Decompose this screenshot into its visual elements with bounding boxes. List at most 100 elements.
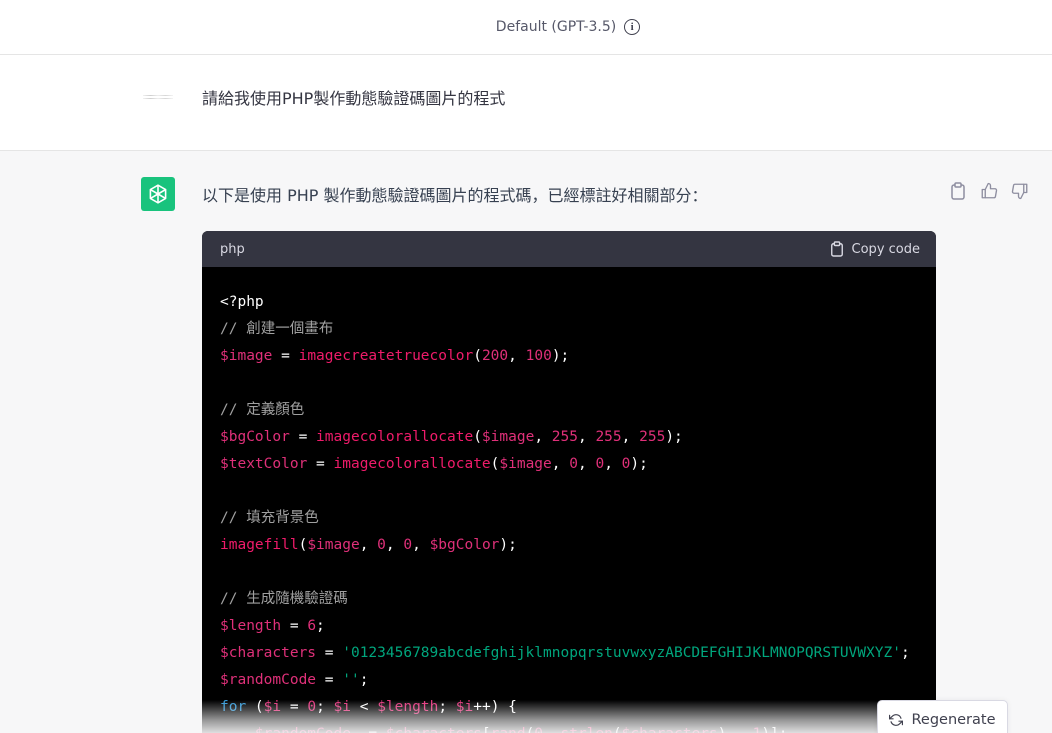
- code-token: $randomCode: [255, 726, 351, 733]
- code-token: );: [499, 537, 517, 553]
- code-token: for: [220, 699, 247, 715]
- code-token: 0: [403, 537, 413, 553]
- code-token: ) -: [718, 726, 753, 733]
- assistant-message-row: 以下是使用 PHP 製作動態驗證碼圖片的程式碼，已經標註好相關部分： php C…: [0, 151, 1052, 733]
- code-token: ,: [412, 537, 430, 553]
- code-token: $length: [220, 618, 282, 634]
- code-token: ,: [359, 537, 378, 553]
- code-token: 6: [307, 618, 317, 634]
- code-token: 100: [525, 348, 552, 364]
- code-token: rand: [491, 726, 526, 733]
- code-token: [: [482, 726, 491, 733]
- code-token: 0: [569, 456, 578, 472]
- code-token: );: [551, 348, 570, 364]
- code-token: $characters: [622, 726, 718, 733]
- code-token: ;: [359, 672, 369, 688]
- code-token: 1: [753, 726, 762, 733]
- code-token: $characters: [220, 645, 317, 661]
- model-label: Default (GPT-3.5): [495, 19, 617, 35]
- code-token: ,: [508, 348, 526, 364]
- code-token: )];: [761, 726, 787, 733]
- code-token: $i: [455, 699, 474, 715]
- clipboard-icon[interactable]: [948, 181, 968, 201]
- code-line: $randomCode .= $characters[rand(0, strle…: [220, 721, 936, 733]
- copy-code-label: Copy code: [851, 241, 920, 257]
- code-token: (: [473, 429, 482, 445]
- chat-page: Default (GPT-3.5) i 請給我使用PHP製作動態驗證碼圖片的程式…: [0, 0, 1052, 733]
- code-token: $characters: [386, 726, 482, 733]
- thumbs-down-icon[interactable]: [1010, 181, 1030, 201]
- code-token: 0: [377, 537, 386, 553]
- code-token: ,: [621, 429, 640, 445]
- code-line: // 創建一個畫布: [220, 316, 936, 343]
- code-block-header: php Copy code: [202, 231, 936, 267]
- code-token: ;: [316, 618, 325, 634]
- code-token: $image: [220, 348, 273, 364]
- info-icon[interactable]: i: [624, 19, 641, 35]
- code-line: $randomCode = '';: [220, 667, 936, 694]
- code-token: );: [630, 456, 648, 472]
- code-token: (: [613, 726, 622, 733]
- code-token: 255: [595, 429, 622, 445]
- code-line: // 填充背景色: [220, 505, 936, 532]
- code-token: 0: [534, 726, 543, 733]
- code-token: ,: [543, 726, 560, 733]
- regenerate-button[interactable]: Regenerate: [877, 700, 1008, 733]
- code-token: // 填充背景色: [220, 510, 319, 526]
- code-token: strlen: [561, 726, 613, 733]
- openai-logo-icon: [141, 177, 175, 211]
- code-token: (: [526, 726, 535, 733]
- code-line: // 定義顏色: [220, 397, 936, 424]
- code-token: 0: [595, 456, 605, 472]
- code-token: =: [289, 429, 317, 445]
- assistant-message-text: 以下是使用 PHP 製作動態驗證碼圖片的程式碼，已經標註好相關部分：: [202, 186, 708, 205]
- code-token: ;: [900, 645, 910, 661]
- code-line: $image = imagecreatetruecolor(200, 100);: [220, 343, 936, 370]
- code-token: );: [665, 429, 683, 445]
- code-token: (: [298, 537, 308, 553]
- code-line: $length = 6;: [220, 613, 936, 640]
- user-avatar: [143, 93, 173, 99]
- code-token: $bgColor: [220, 429, 290, 445]
- code-token: ,: [551, 456, 570, 472]
- code-token: // 創建一個畫布: [220, 321, 334, 337]
- model-indicator[interactable]: Default (GPT-3.5) i: [495, 19, 641, 35]
- code-token: ++) {: [473, 699, 517, 715]
- code-token: =: [281, 699, 308, 715]
- code-content[interactable]: <?php // 創建一個畫布 $image = imagecreatetrueco…: [202, 267, 936, 733]
- user-message-row: 請給我使用PHP製作動態驗證碼圖片的程式: [0, 55, 1052, 151]
- code-token: imagecolorallocate: [316, 429, 474, 445]
- code-token: $image: [499, 456, 552, 472]
- code-token: ,: [577, 429, 596, 445]
- code-token: 255: [639, 429, 666, 445]
- code-line: // 生成隨機驗證碼: [220, 586, 936, 613]
- regenerate-label: Regenerate: [911, 712, 996, 728]
- code-token: (: [473, 348, 482, 364]
- thumbs-up-icon[interactable]: [979, 181, 999, 201]
- code-token: // 生成隨機驗證碼: [220, 591, 348, 607]
- code-token: $i: [333, 699, 352, 715]
- code-language-label: php: [220, 241, 245, 257]
- code-line: <?php: [220, 289, 936, 316]
- copy-code-button[interactable]: Copy code: [830, 241, 920, 257]
- refresh-icon: [889, 714, 904, 726]
- code-line: imagefill($image, 0, 0, $bgColor);: [220, 532, 936, 559]
- code-token: 200: [481, 348, 509, 364]
- code-token: imagecreatetruecolor: [298, 348, 474, 364]
- code-token: $image: [307, 537, 360, 553]
- code-token: =: [316, 672, 343, 688]
- code-token: ,: [385, 537, 404, 553]
- code-token: 255: [551, 429, 578, 445]
- code-token: $textColor: [220, 456, 308, 472]
- code-token: ,: [604, 456, 622, 472]
- code-token: <: [351, 699, 378, 715]
- code-token: =: [316, 645, 343, 661]
- code-token: .=: [351, 726, 386, 733]
- code-token: ;: [316, 699, 334, 715]
- code-token: =: [281, 618, 308, 634]
- code-token: =: [307, 456, 334, 472]
